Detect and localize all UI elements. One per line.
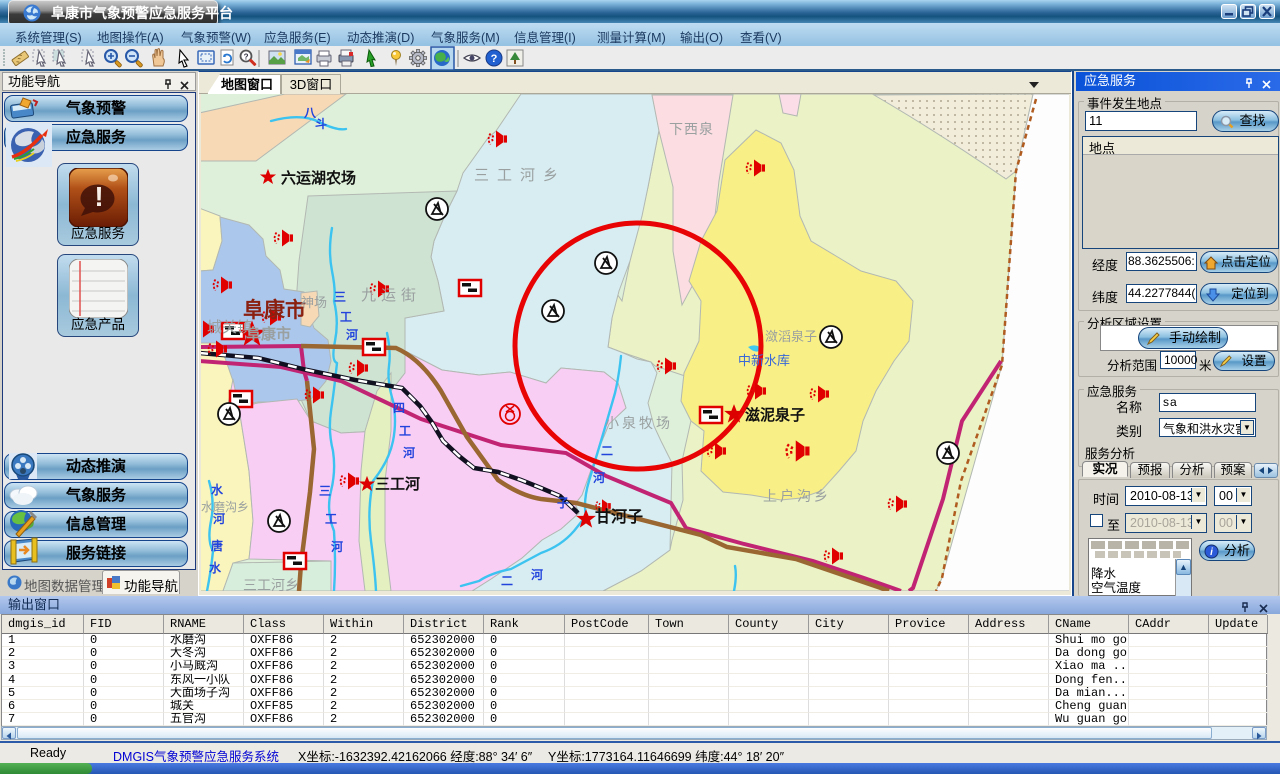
svg-text:i: i (1210, 547, 1213, 558)
svg-text:工: 工 (340, 310, 352, 324)
svg-text:潋滔泉子: 潋滔泉子 (765, 329, 817, 344)
svg-text:河: 河 (592, 470, 605, 485)
svg-text:?: ? (491, 53, 498, 65)
svg-text:三: 三 (334, 290, 346, 304)
svg-text:三工河乡: 三工河乡 (243, 577, 299, 591)
svg-text:三工河: 三工河 (375, 475, 420, 493)
svg-text:河: 河 (402, 445, 415, 460)
svg-text:神场: 神场 (301, 295, 327, 310)
svg-text:甘河子: 甘河子 (595, 507, 643, 526)
svg-text:水: 水 (211, 482, 224, 497)
svg-text:六运湖农场: 六运湖农场 (281, 169, 356, 187)
svg-text:四: 四 (393, 401, 405, 415)
svg-text:唐: 唐 (211, 538, 223, 553)
svg-text:小泉牧场: 小泉牧场 (605, 415, 673, 431)
svg-text:阜康市: 阜康市 (246, 325, 291, 343)
svg-text:三: 三 (319, 484, 331, 498)
svg-text:中新水库: 中新水库 (738, 353, 790, 368)
svg-text:二: 二 (601, 444, 613, 458)
svg-text:三工河乡: 三工河乡 (474, 167, 566, 184)
svg-text:工: 工 (325, 512, 337, 526)
svg-text:滋泥泉子: 滋泥泉子 (745, 406, 805, 424)
svg-text:工: 工 (399, 424, 411, 438)
svg-text:?: ? (244, 53, 249, 62)
svg-text:河: 河 (345, 327, 358, 342)
svg-text:上户沟乡: 上户沟乡 (763, 488, 831, 504)
svg-text:阜康市: 阜康市 (243, 298, 306, 322)
svg-text:二: 二 (501, 574, 513, 588)
svg-text:!: ! (94, 181, 103, 212)
svg-text:河: 河 (530, 567, 543, 582)
svg-text:河: 河 (212, 511, 225, 526)
svg-text:斗: 斗 (315, 117, 327, 131)
svg-text:九运街: 九运街 (361, 287, 421, 304)
svg-text:水: 水 (209, 560, 222, 575)
svg-text:子: 子 (557, 496, 569, 510)
svg-text:河: 河 (330, 539, 343, 554)
svg-text:下西泉: 下西泉 (669, 121, 714, 137)
